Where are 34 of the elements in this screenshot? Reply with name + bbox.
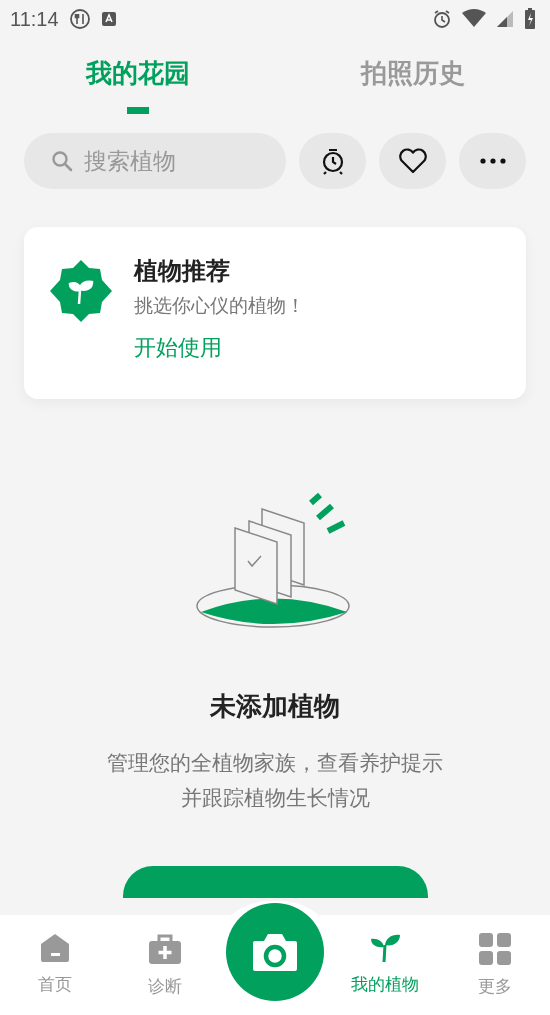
empty-title: 未添加植物	[210, 690, 340, 723]
heart-icon	[397, 148, 428, 174]
nav-item[interactable]: 我的植物	[330, 915, 440, 996]
signal-icon	[496, 10, 514, 28]
timer-button[interactable]	[299, 133, 366, 189]
wifi-icon	[462, 9, 486, 29]
camera-icon	[251, 931, 299, 973]
empty-description: 管理您的全植物家族，查看养护提示	[107, 750, 443, 777]
add-plant-button[interactable]	[122, 866, 428, 898]
nav-item[interactable]: 诊断	[110, 915, 220, 998]
sprout-badge-icon	[50, 260, 112, 322]
home-icon	[39, 933, 71, 963]
search-icon	[50, 149, 74, 173]
nav-item[interactable]: 更多	[440, 915, 550, 998]
grid-icon	[479, 933, 511, 965]
card-title: 植物推荐	[134, 256, 231, 287]
tab[interactable]: 拍照历史	[275, 38, 550, 130]
alarm-icon	[432, 9, 452, 29]
search-input[interactable]: 搜索植物	[82, 147, 270, 175]
keyboard-icon	[100, 11, 117, 27]
restaurant-icon	[68, 8, 91, 30]
battery-icon	[524, 8, 536, 30]
medical-kit-icon	[148, 933, 182, 965]
start-link[interactable]: 开始使用	[134, 333, 305, 363]
empty-description: 并跟踪植物生长情况	[180, 785, 370, 812]
card-subtitle: 挑选你心仪的植物！	[134, 293, 305, 318]
search-field[interactable]: 搜索植物	[24, 133, 286, 189]
favorites-button[interactable]	[379, 133, 446, 189]
sprout-icon	[369, 933, 401, 963]
more-button[interactable]	[459, 133, 526, 189]
tab[interactable]: 我的花园	[0, 38, 275, 130]
nav-item[interactable]: 首页	[0, 915, 110, 996]
status-time: 11:14	[10, 7, 59, 31]
more-icon	[478, 157, 507, 165]
